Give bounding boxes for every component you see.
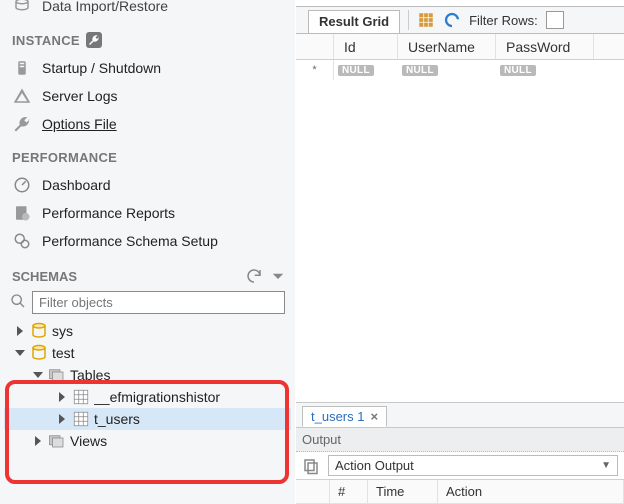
tree-label: Views bbox=[70, 433, 107, 449]
table-row[interactable]: * NULL NULL NULL bbox=[296, 60, 624, 80]
output-col-time[interactable]: Time bbox=[368, 480, 438, 503]
nav-label: Server Logs bbox=[42, 88, 117, 104]
result-grid-tab[interactable]: Result Grid bbox=[308, 10, 400, 33]
section-header-schemas: SCHEMAS bbox=[0, 255, 295, 289]
chevron-right-icon bbox=[56, 391, 68, 403]
filter-rows-label: Filter Rows: bbox=[469, 13, 538, 28]
tree-label: t_users bbox=[94, 411, 140, 427]
nav-item-startup-shutdown[interactable]: Startup / Shutdown bbox=[0, 54, 295, 82]
output-copy-icon[interactable] bbox=[302, 457, 320, 475]
schema-filter-input[interactable] bbox=[32, 291, 285, 314]
tree-node-tables[interactable]: Tables bbox=[4, 364, 291, 386]
warning-icon bbox=[12, 86, 32, 106]
filter-rows-input[interactable] bbox=[546, 11, 564, 29]
table-icon bbox=[72, 410, 90, 428]
column-password[interactable]: PassWord bbox=[496, 34, 594, 59]
table-icon bbox=[72, 388, 90, 406]
cell-username[interactable]: NULL bbox=[398, 60, 496, 80]
nav-item-perf-reports[interactable]: Performance Reports bbox=[0, 199, 295, 227]
nav-item-perf-schema-setup[interactable]: Performance Schema Setup bbox=[0, 227, 295, 255]
chevron-down-icon bbox=[14, 347, 26, 359]
database-icon bbox=[30, 322, 48, 340]
output-col-action[interactable]: Action bbox=[438, 480, 624, 503]
tree-node-test[interactable]: test bbox=[4, 342, 291, 364]
separator bbox=[408, 10, 409, 30]
close-icon[interactable]: × bbox=[370, 409, 378, 424]
output-toolbar: Action Output ▼ bbox=[296, 452, 624, 480]
tree-node-efmigrations[interactable]: __efmigrationshistor bbox=[4, 386, 291, 408]
output-type-select[interactable]: Action Output ▼ bbox=[328, 455, 618, 476]
wrench-badge-icon bbox=[86, 32, 102, 48]
output-panel-title: Output bbox=[296, 428, 624, 452]
section-header-instance: INSTANCE bbox=[0, 20, 295, 54]
right-pane: Result Grid Filter Rows: Id UserName Pas… bbox=[296, 0, 624, 504]
output-col-blank bbox=[296, 480, 330, 503]
output-grid-header: # Time Action bbox=[296, 480, 624, 504]
search-icon bbox=[10, 293, 26, 312]
schema-tree: sys test Tables __efmigrationshistor bbox=[0, 320, 295, 452]
navigator-sidebar: Data Import/Restore INSTANCE Startup / S… bbox=[0, 0, 296, 504]
result-grid-toolbar: Result Grid Filter Rows: bbox=[296, 6, 624, 34]
result-grid-header: Id UserName PassWord bbox=[296, 34, 624, 60]
reports-icon bbox=[12, 203, 32, 223]
nav-label: Options File bbox=[42, 116, 117, 132]
output-type-label: Action Output bbox=[335, 458, 414, 473]
folder-views-icon bbox=[48, 432, 66, 450]
chevron-down-icon: ▼ bbox=[601, 460, 611, 471]
cell-password[interactable]: NULL bbox=[496, 60, 594, 80]
grid-view-icon[interactable] bbox=[417, 11, 435, 29]
nav-item-server-logs[interactable]: Server Logs bbox=[0, 82, 295, 110]
folder-tables-icon bbox=[48, 366, 66, 384]
server-icon bbox=[12, 58, 32, 78]
tree-node-views[interactable]: Views bbox=[4, 430, 291, 452]
column-id[interactable]: Id bbox=[334, 34, 398, 59]
nav-label: Performance Reports bbox=[42, 205, 175, 221]
tree-label: sys bbox=[52, 323, 73, 339]
tree-label: test bbox=[52, 345, 75, 361]
output-col-hash[interactable]: # bbox=[330, 480, 368, 503]
gauge-icon bbox=[12, 175, 32, 195]
editor-tabs: t_users 1 × bbox=[296, 402, 624, 428]
column-username[interactable]: UserName bbox=[398, 34, 496, 59]
nav-label: Performance Schema Setup bbox=[42, 233, 218, 249]
tree-node-sys[interactable]: sys bbox=[4, 320, 291, 342]
nav-label: Data Import/Restore bbox=[42, 0, 168, 14]
row-header-blank bbox=[296, 34, 334, 59]
row-marker: * bbox=[296, 60, 334, 80]
schema-filter-row bbox=[0, 289, 295, 320]
tree-label: Tables bbox=[70, 367, 110, 383]
section-header-performance: PERFORMANCE bbox=[0, 138, 295, 171]
result-grid-body[interactable]: * NULL NULL NULL bbox=[296, 60, 624, 402]
chevron-right-icon bbox=[14, 325, 26, 337]
gear-gauge-icon bbox=[12, 231, 32, 251]
tree-label: __efmigrationshistor bbox=[94, 389, 220, 405]
wrench-icon bbox=[12, 114, 32, 134]
cell-id[interactable]: NULL bbox=[334, 60, 398, 80]
nav-item-data-import[interactable]: Data Import/Restore bbox=[0, 0, 295, 20]
chevron-down-icon bbox=[32, 369, 44, 381]
nav-item-dashboard[interactable]: Dashboard bbox=[0, 171, 295, 199]
nav-item-options-file[interactable]: Options File bbox=[0, 110, 295, 138]
editor-tab-label: t_users 1 bbox=[311, 409, 364, 424]
import-icon bbox=[12, 0, 32, 16]
chevron-right-icon bbox=[32, 435, 44, 447]
nav-label: Dashboard bbox=[42, 177, 111, 193]
tree-node-tusers[interactable]: t_users bbox=[4, 408, 291, 430]
chevron-right-icon bbox=[56, 413, 68, 425]
collapse-icon[interactable] bbox=[269, 267, 287, 285]
refresh-results-icon[interactable] bbox=[443, 11, 461, 29]
editor-tab-tusers[interactable]: t_users 1 × bbox=[302, 406, 387, 427]
database-icon bbox=[30, 344, 48, 362]
nav-label: Startup / Shutdown bbox=[42, 60, 161, 76]
refresh-icon[interactable] bbox=[245, 267, 263, 285]
